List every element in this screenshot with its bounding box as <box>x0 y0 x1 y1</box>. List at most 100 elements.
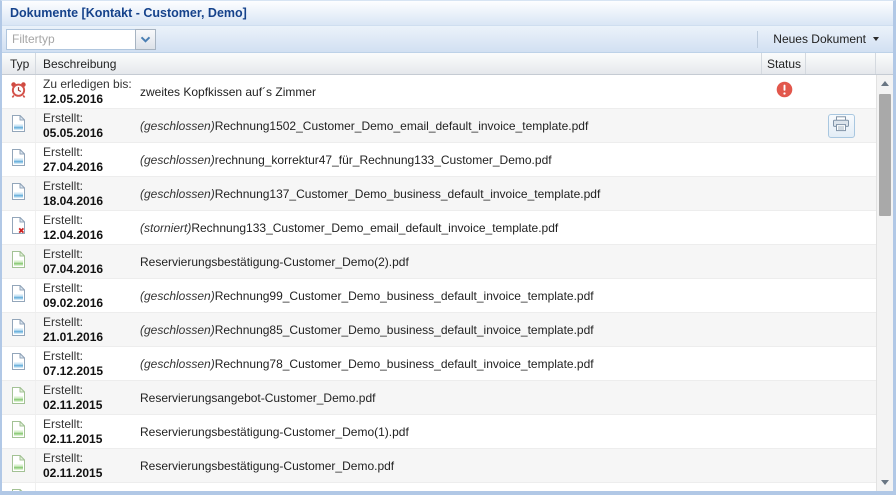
date-label: Erstellt: <box>43 451 140 466</box>
date-value: 02.11.2015 <box>43 398 140 413</box>
arrow-up-icon <box>881 81 889 86</box>
date-value: 05.05.2016 <box>43 126 140 141</box>
action-cell <box>806 483 876 491</box>
column-header-beschreibung[interactable]: Beschreibung <box>36 53 762 74</box>
action-cell <box>806 245 876 278</box>
scrollbar-thumb[interactable] <box>879 94 891 216</box>
date-block: Zu erledigen bis: 12.05.2016 <box>36 77 140 107</box>
alarm-clock-icon <box>9 80 28 104</box>
table-row[interactable]: Erstellt: 02.11.2015 Reservierungsbestät… <box>2 415 876 449</box>
date-label: Erstellt: <box>43 417 140 432</box>
document-cancelled-icon <box>11 216 26 240</box>
type-cell <box>2 211 36 244</box>
window-titlebar[interactable]: Dokumente [Kontakt - Customer, Demo] <box>2 1 893 26</box>
status-cell <box>762 75 806 108</box>
table-row[interactable]: Erstellt: 05.05.2016 (geschlossen)Rechnu… <box>2 109 876 143</box>
date-label: Erstellt: <box>43 145 140 160</box>
type-cell <box>2 313 36 346</box>
document-description: (geschlossen)Rechnung1502_Customer_Demo_… <box>140 119 588 133</box>
new-document-button[interactable]: Neues Dokument <box>765 28 889 50</box>
date-label: Erstellt: <box>43 179 140 194</box>
document-blue-icon <box>11 284 26 308</box>
date-value: 21.01.2016 <box>43 330 140 345</box>
table-row[interactable]: Erstellt: 07.12.2015 (geschlossen)Rechnu… <box>2 347 876 381</box>
document-filename: Rechnung99_Customer_Demo_business_defaul… <box>215 289 594 303</box>
status-cell <box>762 109 806 142</box>
document-green-icon <box>11 454 26 478</box>
status-cell <box>762 347 806 380</box>
status-cell <box>762 211 806 244</box>
print-button[interactable] <box>828 114 855 138</box>
date-block: Erstellt: 02.11.2015 <box>36 451 140 481</box>
table-body: Zu erledigen bis: 12.05.2016 zweites Kop… <box>2 75 893 491</box>
description-cell: Zu erledigen bis: 12.05.2016 zweites Kop… <box>36 75 762 108</box>
arrow-down-icon <box>881 480 889 485</box>
column-header-typ[interactable]: Typ <box>2 53 36 74</box>
description-cell: Erstellt: 27.04.2016 (geschlossen)rechnu… <box>36 143 762 176</box>
date-block: Erstellt: 05.05.2016 <box>36 111 140 141</box>
filter-type-dropdown-trigger[interactable] <box>135 29 156 50</box>
table-row[interactable]: Erstellt: 02.11.2015 Reservierungsangebo… <box>2 381 876 415</box>
document-blue-icon <box>11 114 26 138</box>
date-value: 02.11.2015 <box>43 432 140 447</box>
document-description: (geschlossen)rechnung_korrektur47_für_Re… <box>140 153 552 167</box>
description-cell: Erstellt: 02.11.2015 Reservierungsbestät… <box>36 449 762 482</box>
column-header-actions[interactable] <box>806 53 876 74</box>
table-row[interactable]: Erstellt: 21.01.2016 (geschlossen)Rechnu… <box>2 313 876 347</box>
type-cell <box>2 279 36 312</box>
table-row[interactable]: Erstellt: <box>2 483 876 491</box>
chevron-down-icon <box>140 30 151 48</box>
document-green-icon <box>11 420 26 444</box>
action-cell <box>806 449 876 482</box>
date-block: Erstellt: 02.11.2015 <box>36 383 140 413</box>
action-cell <box>806 143 876 176</box>
document-filename: Reservierungsbestätigung-Customer_Demo(2… <box>140 255 409 269</box>
date-value: 02.11.2015 <box>43 466 140 481</box>
date-label: Erstellt: <box>43 213 140 228</box>
table-row[interactable]: Erstellt: 18.04.2016 (geschlossen)Rechnu… <box>2 177 876 211</box>
document-filename: Reservierungsbestätigung-Customer_Demo.p… <box>140 459 394 473</box>
status-cell <box>762 279 806 312</box>
description-cell: Erstellt: 02.11.2015 Reservierungsbestät… <box>36 415 762 448</box>
column-header-status[interactable]: Status <box>762 53 806 74</box>
toolbar-separator <box>757 31 758 48</box>
date-value: 18.04.2016 <box>43 194 140 209</box>
date-block: Erstellt: 18.04.2016 <box>36 179 140 209</box>
action-cell <box>806 381 876 414</box>
description-cell: Erstellt: 05.05.2016 (geschlossen)Rechnu… <box>36 109 762 142</box>
documents-window: Dokumente [Kontakt - Customer, Demo] Neu… <box>0 0 896 495</box>
type-cell <box>2 109 36 142</box>
description-cell: Erstellt: 09.02.2016 (geschlossen)Rechnu… <box>36 279 762 312</box>
table-row[interactable]: Erstellt: 09.02.2016 (geschlossen)Rechnu… <box>2 279 876 313</box>
scroll-up-button[interactable] <box>877 75 893 92</box>
document-filename: Reservierungsangebot-Customer_Demo.pdf <box>140 391 375 405</box>
document-description: (storniert)Rechnung133_Customer_Demo_ema… <box>140 221 558 235</box>
table-row[interactable]: Erstellt: 27.04.2016 (geschlossen)rechnu… <box>2 143 876 177</box>
date-label: Erstellt: <box>43 349 140 364</box>
toolbar: Neues Dokument <box>2 26 893 53</box>
document-blue-icon <box>11 318 26 342</box>
scroll-down-button[interactable] <box>877 474 893 491</box>
type-cell <box>2 143 36 176</box>
description-cell: Erstellt: 21.01.2016 (geschlossen)Rechnu… <box>36 313 762 346</box>
type-cell <box>2 381 36 414</box>
table-row[interactable]: Zu erledigen bis: 12.05.2016 zweites Kop… <box>2 75 876 109</box>
date-value: 12.04.2016 <box>43 228 140 243</box>
table-row[interactable]: Erstellt: 07.04.2016 Reservierungsbestät… <box>2 245 876 279</box>
alert-icon <box>776 81 793 103</box>
vertical-scrollbar[interactable] <box>876 75 893 491</box>
document-description: (geschlossen)Rechnung137_Customer_Demo_b… <box>140 187 600 201</box>
date-label: Erstellt: <box>43 247 140 262</box>
filter-type-input[interactable] <box>6 29 135 50</box>
document-description: zweites Kopfkissen auf´s Zimmer <box>140 85 316 99</box>
status-prefix: (geschlossen) <box>140 357 215 371</box>
new-document-label: Neues Dokument <box>773 32 866 46</box>
status-cell <box>762 313 806 346</box>
table-row[interactable]: Erstellt: 12.04.2016 (storniert)Rechnung… <box>2 211 876 245</box>
type-cell <box>2 75 36 108</box>
table-row[interactable]: Erstellt: 02.11.2015 Reservierungsbestät… <box>2 449 876 483</box>
filter-type-combo <box>6 29 156 50</box>
action-cell <box>806 347 876 380</box>
description-cell: Erstellt: 07.12.2015 (geschlossen)Rechnu… <box>36 347 762 380</box>
document-description: Reservierungsbestätigung-Customer_Demo.p… <box>140 459 394 473</box>
